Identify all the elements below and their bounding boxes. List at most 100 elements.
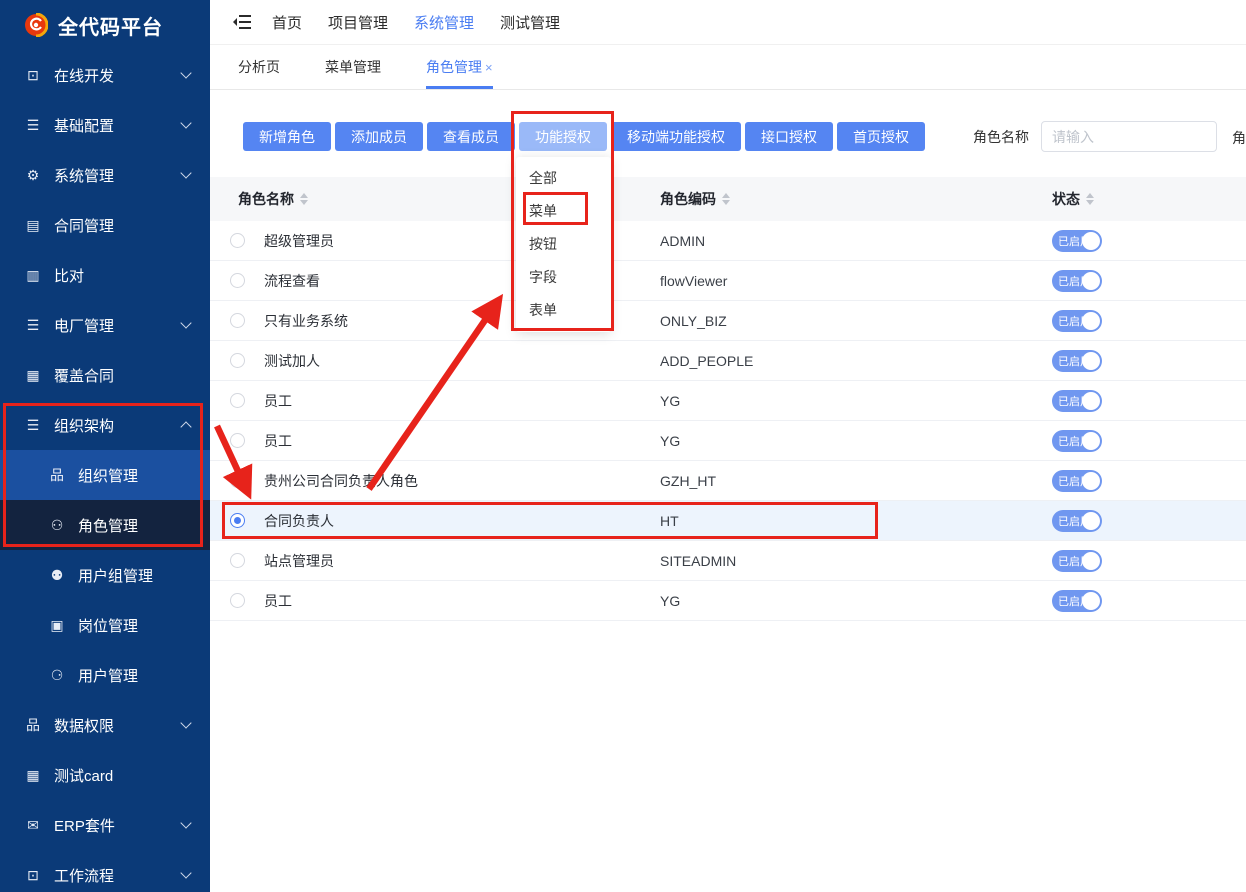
sidebar-item[interactable]: ⚇ 角色管理 <box>0 500 210 550</box>
table-row[interactable]: 员工 YG 已启用 <box>210 381 1246 421</box>
role-name-filter: 角色名称 角 <box>973 121 1217 152</box>
header-status[interactable]: 状态 <box>1052 189 1246 209</box>
row-radio[interactable] <box>230 433 245 448</box>
row-radio[interactable] <box>230 513 245 528</box>
sidebar-item[interactable]: ⊡ 在线开发 <box>0 50 210 100</box>
top-menu: 首页 项目管理 系统管理 测试管理 <box>272 12 586 33</box>
sidebar-item[interactable]: ⚆ 用户管理 <box>0 650 210 700</box>
toggle-knob <box>1082 512 1100 530</box>
toolbar-button[interactable]: 添加成员 <box>335 122 423 151</box>
sidebar-item[interactable]: ☰ 电厂管理 <box>0 300 210 350</box>
dropdown-item[interactable]: 表单 <box>516 294 611 327</box>
sidebar-item[interactable]: ☰ 基础配置 <box>0 100 210 150</box>
toolbar-button[interactable]: 功能授权 <box>519 122 607 151</box>
toolbar-button[interactable]: 移动端功能授权 <box>611 122 741 151</box>
app-logo[interactable]: 全代码平台 <box>0 0 210 50</box>
dropdown-item[interactable]: 菜单 <box>516 195 611 228</box>
role-name-cell: 测试加人 <box>264 351 660 371</box>
toolbar: 新增角色 添加成员 查看成员 功能授权 移动端功能授权 接口授权 首页授权 角色… <box>243 122 1246 151</box>
top-menu-item[interactable]: 项目管理 <box>328 12 388 33</box>
sidebar-item[interactable]: ▦ 覆盖合同 <box>0 350 210 400</box>
row-radio[interactable] <box>230 273 245 288</box>
table-row[interactable]: 测试加人 ADD_PEOPLE 已启用 <box>210 341 1246 381</box>
sort-icons[interactable] <box>722 193 730 205</box>
status-toggle[interactable]: 已启用 <box>1052 430 1102 452</box>
role-name-input[interactable] <box>1041 121 1217 152</box>
user-group-icon: ⚉ <box>48 567 66 584</box>
role-code-cell: YG <box>660 433 1052 449</box>
table-row[interactable]: 员工 YG 已启用 <box>210 581 1246 621</box>
role-code-cell: YG <box>660 593 1052 609</box>
toggle-knob <box>1082 232 1100 250</box>
toolbar-button[interactable]: 接口授权 <box>745 122 833 151</box>
table-row[interactable]: 只有业务系统 ONLY_BIZ 已启用 <box>210 301 1246 341</box>
chevron-icon <box>180 817 191 828</box>
table-row[interactable]: 合同负责人 HT 已启用 <box>210 501 1246 541</box>
collapse-menu-icon[interactable] <box>232 12 252 32</box>
toggle-knob <box>1082 352 1100 370</box>
page-tab[interactable]: 菜单管理 <box>325 45 384 89</box>
sidebar-item[interactable]: 品 组织管理 <box>0 450 210 500</box>
dropdown-item[interactable]: 全部 <box>516 162 611 195</box>
sidebar-item[interactable]: ▤ 合同管理 <box>0 200 210 250</box>
toolbar-button[interactable]: 查看成员 <box>427 122 515 151</box>
table-row[interactable]: 超级管理员 ADMIN 已启用 <box>210 221 1246 261</box>
status-toggle[interactable]: 已启用 <box>1052 510 1102 532</box>
sidebar-item[interactable]: ▥ 比对 <box>0 250 210 300</box>
row-radio[interactable] <box>230 593 245 608</box>
top-menu-item[interactable]: 测试管理 <box>500 12 560 33</box>
top-menu-item[interactable]: 系统管理 <box>414 12 474 33</box>
row-radio[interactable] <box>230 353 245 368</box>
row-radio[interactable] <box>230 473 245 488</box>
status-toggle[interactable]: 已启用 <box>1052 590 1102 612</box>
role-code-cell: flowViewer <box>660 273 1052 289</box>
table-row[interactable]: 贵州公司合同负责人角色 GZH_HT 已启用 <box>210 461 1246 501</box>
status-toggle[interactable]: 已启用 <box>1052 350 1102 372</box>
sidebar-item[interactable]: ⚉ 用户组管理 <box>0 550 210 600</box>
dropdown-item[interactable]: 按钮 <box>516 228 611 261</box>
status-toggle[interactable]: 已启用 <box>1052 470 1102 492</box>
menu-icon: ☰ <box>24 317 42 334</box>
status-toggle[interactable]: 已启用 <box>1052 270 1102 292</box>
function-auth-dropdown: 全部 菜单 按钮 字段 表单 <box>516 157 611 332</box>
sidebar-item[interactable]: ▣ 岗位管理 <box>0 600 210 650</box>
app-root: { "colors": { "sidebar_bg": "#0b3a78", "… <box>0 0 1246 892</box>
sidebar-item[interactable]: ✉ ERP套件 <box>0 800 210 850</box>
header-role-code[interactable]: 角色编码 <box>660 189 1052 209</box>
top-menu-item[interactable]: 首页 <box>272 12 302 33</box>
table-row[interactable]: 员工 YG 已启用 <box>210 421 1246 461</box>
toolbar-button[interactable]: 首页授权 <box>837 122 925 151</box>
sidebar-item[interactable]: 品 数据权限 <box>0 700 210 750</box>
tab-label: 角色管理 <box>426 57 482 77</box>
toggle-knob <box>1082 432 1100 450</box>
status-toggle[interactable]: 已启用 <box>1052 310 1102 332</box>
tab-label: 分析页 <box>238 57 280 77</box>
sidebar-item[interactable]: ⊡ 工作流程 <box>0 850 210 892</box>
toolbar-button[interactable]: 新增角色 <box>243 122 331 151</box>
sidebar-item[interactable]: ☰ 组织架构 <box>0 400 210 450</box>
role-name-cell: 员工 <box>264 431 660 451</box>
sidebar-item[interactable]: ⚙ 系统管理 <box>0 150 210 200</box>
dropdown-item[interactable]: 字段 <box>516 261 611 294</box>
sort-icons[interactable] <box>1086 193 1094 205</box>
role-code-cell: ONLY_BIZ <box>660 313 1052 329</box>
table-row[interactable]: 流程查看 flowViewer 已启用 <box>210 261 1246 301</box>
role-name-cell: 员工 <box>264 591 660 611</box>
page-tab[interactable]: 分析页 <box>238 45 283 89</box>
page-tab[interactable]: 角色管理 × <box>426 45 493 89</box>
tab-close-icon[interactable]: × <box>485 60 493 75</box>
toggle-knob <box>1082 472 1100 490</box>
table-row[interactable]: 站点管理员 SITEADMIN 已启用 <box>210 541 1246 581</box>
status-toggle[interactable]: 已启用 <box>1052 230 1102 252</box>
row-radio[interactable] <box>230 553 245 568</box>
status-toggle[interactable]: 已启用 <box>1052 550 1102 572</box>
sidebar-item[interactable]: ▦ 测试card <box>0 750 210 800</box>
chevron-icon <box>180 167 191 178</box>
org-icon: 品 <box>24 715 42 735</box>
sort-icons[interactable] <box>300 193 308 205</box>
row-radio[interactable] <box>230 393 245 408</box>
row-radio[interactable] <box>230 313 245 328</box>
row-radio[interactable] <box>230 233 245 248</box>
status-toggle[interactable]: 已启用 <box>1052 390 1102 412</box>
role-code-cell: GZH_HT <box>660 473 1052 489</box>
